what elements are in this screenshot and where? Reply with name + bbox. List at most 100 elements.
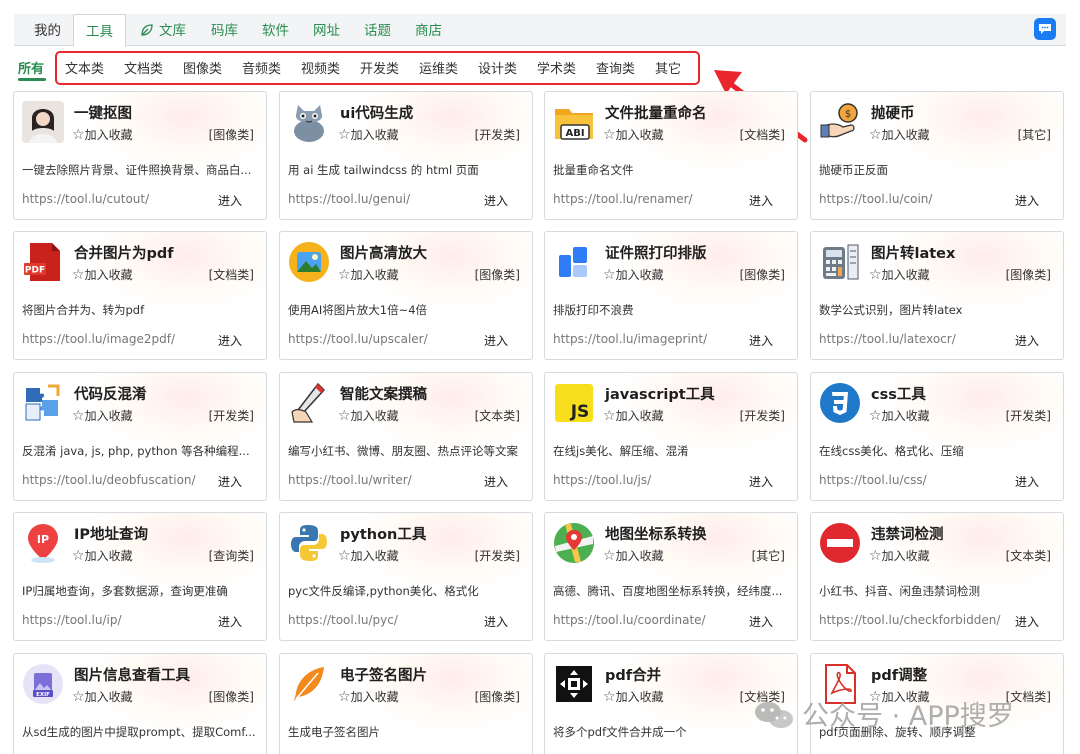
tool-url[interactable]: https://tool.lu/genui/ bbox=[288, 192, 410, 206]
tool-url[interactable]: https://tool.lu/latexocr/ bbox=[819, 332, 956, 346]
add-favorite-button[interactable]: ☆加入收藏 bbox=[338, 126, 399, 143]
tab-topics[interactable]: 话题 bbox=[364, 14, 391, 46]
tool-name[interactable]: 文件批量重命名 bbox=[605, 102, 707, 123]
enter-button[interactable]: 进入 bbox=[484, 332, 508, 349]
add-favorite-button[interactable]: ☆加入收藏 bbox=[603, 126, 664, 143]
add-favorite-button[interactable]: ☆加入收藏 bbox=[338, 688, 399, 705]
add-favorite-button[interactable]: ☆加入收藏 bbox=[72, 266, 133, 283]
tab-mine[interactable]: 我的 bbox=[34, 14, 61, 46]
enter-button[interactable]: 进入 bbox=[218, 332, 242, 349]
tool-url[interactable]: https://tool.lu/writer/ bbox=[288, 473, 412, 487]
add-favorite-button[interactable]: ☆加入收藏 bbox=[869, 266, 930, 283]
tool-card[interactable]: 一键抠图 ☆加入收藏 [图像类] 一键去除照片背景、证件照换背景、商品白... http… bbox=[13, 91, 267, 220]
tool-url[interactable]: https://tool.lu/css/ bbox=[819, 473, 927, 487]
tool-name[interactable]: 合并图片为pdf bbox=[74, 242, 174, 263]
tool-card[interactable]: JS javascript工具 ☆加入收藏 [开发类] 在线js美化、解压缩、混淆 htt… bbox=[544, 372, 798, 501]
tool-name[interactable]: ui代码生成 bbox=[340, 102, 413, 123]
add-favorite-button[interactable]: ☆加入收藏 bbox=[869, 407, 930, 424]
tool-name[interactable]: 图片转latex bbox=[871, 242, 955, 263]
add-favorite-button[interactable]: ☆加入收藏 bbox=[603, 407, 664, 424]
add-favorite-button[interactable]: ☆加入收藏 bbox=[869, 126, 930, 143]
tab-sites[interactable]: 网址 bbox=[313, 14, 340, 46]
enter-button[interactable]: 进入 bbox=[1015, 332, 1039, 349]
tool-card[interactable]: 代码反混淆 ☆加入收藏 [开发类] 反混淆 java, js, php, python… bbox=[13, 372, 267, 501]
tab-tools[interactable]: 工具 bbox=[73, 14, 126, 47]
enter-button[interactable]: 进入 bbox=[484, 473, 508, 490]
add-favorite-button[interactable]: ☆加入收藏 bbox=[338, 547, 399, 564]
enter-button[interactable]: 进入 bbox=[218, 192, 242, 209]
enter-button[interactable]: 进入 bbox=[484, 613, 508, 630]
tool-url[interactable]: https://tool.lu/deobfuscation/ bbox=[22, 473, 196, 487]
enter-button[interactable]: 进入 bbox=[749, 473, 773, 490]
tool-name[interactable]: css工具 bbox=[871, 383, 926, 404]
enter-button[interactable]: 进入 bbox=[749, 613, 773, 630]
tab-software[interactable]: 软件 bbox=[262, 14, 289, 46]
tool-card[interactable]: 地图坐标系转换 ☆加入收藏 [其它] 高德、腾讯、百度地图坐标系转换，经纬度... ht… bbox=[544, 512, 798, 641]
tool-name[interactable]: pdf合并 bbox=[605, 664, 661, 685]
tool-card[interactable]: 图片转latex ☆加入收藏 [图像类] 数学公式识别，图片转latex https:/… bbox=[810, 231, 1064, 360]
tool-name[interactable]: 智能文案撰稿 bbox=[340, 383, 427, 404]
enter-button[interactable]: 进入 bbox=[484, 192, 508, 209]
enter-button[interactable]: 进入 bbox=[749, 192, 773, 209]
tool-url[interactable]: https://tool.lu/image2pdf/ bbox=[22, 332, 175, 346]
tool-card[interactable]: ui代码生成 ☆加入收藏 [开发类] 用 ai 生成 tailwindcss 的 ht… bbox=[279, 91, 533, 220]
add-favorite-button[interactable]: ☆加入收藏 bbox=[603, 266, 664, 283]
enter-button[interactable]: 进入 bbox=[218, 473, 242, 490]
tool-card[interactable]: 智能文案撰稿 ☆加入收藏 [文本类] 编写小红书、微博、朋友圈、热点评论等文案 http… bbox=[279, 372, 533, 501]
favorite-label: 加入收藏 bbox=[350, 268, 399, 282]
tab-library[interactable]: 文库 bbox=[140, 14, 186, 46]
tool-url[interactable]: https://tool.lu/cutout/ bbox=[22, 192, 149, 206]
tool-card[interactable]: 图片高清放大 ☆加入收藏 [图像类] 使用AI将图片放大1倍~4倍 https://to… bbox=[279, 231, 533, 360]
tab-code[interactable]: 码库 bbox=[211, 14, 238, 46]
add-favorite-button[interactable]: ☆加入收藏 bbox=[338, 266, 399, 283]
tool-card[interactable]: $ 抛硬币 ☆加入收藏 [其它] 抛硬币正反面 https://tool.lu/coin/… bbox=[810, 91, 1064, 220]
tool-name[interactable]: 证件照打印排版 bbox=[605, 242, 707, 263]
tool-url[interactable]: https://tool.lu/renamer/ bbox=[553, 192, 693, 206]
tool-name[interactable]: python工具 bbox=[340, 523, 426, 544]
chat-button[interactable] bbox=[1034, 18, 1056, 40]
enter-button[interactable]: 进入 bbox=[1015, 473, 1039, 490]
add-favorite-button[interactable]: ☆加入收藏 bbox=[869, 547, 930, 564]
tool-name[interactable]: 电子签名图片 bbox=[340, 664, 427, 685]
tool-name[interactable]: 代码反混淆 bbox=[74, 383, 147, 404]
add-favorite-button[interactable]: ☆加入收藏 bbox=[72, 126, 133, 143]
tool-url[interactable]: https://tool.lu/upscaler/ bbox=[288, 332, 428, 346]
tool-name[interactable]: 图片高清放大 bbox=[340, 242, 427, 263]
add-favorite-button[interactable]: ☆加入收藏 bbox=[72, 407, 133, 424]
tool-name[interactable]: 地图坐标系转换 bbox=[605, 523, 707, 544]
tool-card[interactable]: 证件照打印排版 ☆加入收藏 [图像类] 排版打印不浪费 https://tool.lu/… bbox=[544, 231, 798, 360]
tool-url[interactable]: https://tool.lu/coin/ bbox=[819, 192, 932, 206]
tool-name[interactable]: 违禁词检测 bbox=[871, 523, 944, 544]
category-all[interactable]: 所有 bbox=[18, 58, 44, 77]
tool-card[interactable]: 电子签名图片 ☆加入收藏 [图像类] 生成电子签名图片 bbox=[279, 653, 533, 754]
tool-name[interactable]: javascript工具 bbox=[605, 383, 715, 404]
tool-url[interactable]: https://tool.lu/ip/ bbox=[22, 613, 122, 627]
tool-name[interactable]: pdf调整 bbox=[871, 664, 927, 685]
tool-card[interactable]: PDF 合并图片为pdf ☆加入收藏 [文档类] 将图片合并为、转为pdf https:/… bbox=[13, 231, 267, 360]
enter-button[interactable]: 进入 bbox=[1015, 192, 1039, 209]
enter-button[interactable]: 进入 bbox=[218, 613, 242, 630]
add-favorite-button[interactable]: ☆加入收藏 bbox=[603, 688, 664, 705]
tab-store[interactable]: 商店 bbox=[415, 14, 442, 46]
tool-card[interactable]: ABI 文件批量重命名 ☆加入收藏 [文档类] 批量重命名文件 https://tool.… bbox=[544, 91, 798, 220]
tool-url[interactable]: https://tool.lu/checkforbidden/ bbox=[819, 613, 1000, 627]
enter-button[interactable]: 进入 bbox=[749, 332, 773, 349]
add-favorite-button[interactable]: ☆加入收藏 bbox=[603, 547, 664, 564]
tool-name[interactable]: 图片信息查看工具 bbox=[74, 664, 190, 685]
tool-url[interactable]: https://tool.lu/imageprint/ bbox=[553, 332, 707, 346]
tool-name[interactable]: 一键抠图 bbox=[74, 102, 132, 123]
tool-card[interactable]: 违禁词检测 ☆加入收藏 [文本类] 小红书、抖音、闲鱼违禁词检测 https://too… bbox=[810, 512, 1064, 641]
tool-name[interactable]: 抛硬币 bbox=[871, 102, 915, 123]
add-favorite-button[interactable]: ☆加入收藏 bbox=[72, 688, 133, 705]
tool-card[interactable]: python工具 ☆加入收藏 [开发类] pyc文件反编译,python美化、格式化 h… bbox=[279, 512, 533, 641]
tool-url[interactable]: https://tool.lu/coordinate/ bbox=[553, 613, 706, 627]
enter-button[interactable]: 进入 bbox=[1015, 613, 1039, 630]
tool-url[interactable]: https://tool.lu/pyc/ bbox=[288, 613, 398, 627]
add-favorite-button[interactable]: ☆加入收藏 bbox=[72, 547, 133, 564]
tool-name[interactable]: IP地址查询 bbox=[74, 523, 148, 544]
tool-card[interactable]: EXIF 图片信息查看工具 ☆加入收藏 [图像类] 从sd生成的图片中提取prompt、… bbox=[13, 653, 267, 754]
add-favorite-button[interactable]: ☆加入收藏 bbox=[338, 407, 399, 424]
tool-card[interactable]: css工具 ☆加入收藏 [开发类] 在线css美化、格式化、压缩 https://too… bbox=[810, 372, 1064, 501]
tool-url[interactable]: https://tool.lu/js/ bbox=[553, 473, 651, 487]
tool-card[interactable]: IP IP地址查询 ☆加入收藏 [查询类] IP归属地查询，多套数据源，查询更准确 htt… bbox=[13, 512, 267, 641]
